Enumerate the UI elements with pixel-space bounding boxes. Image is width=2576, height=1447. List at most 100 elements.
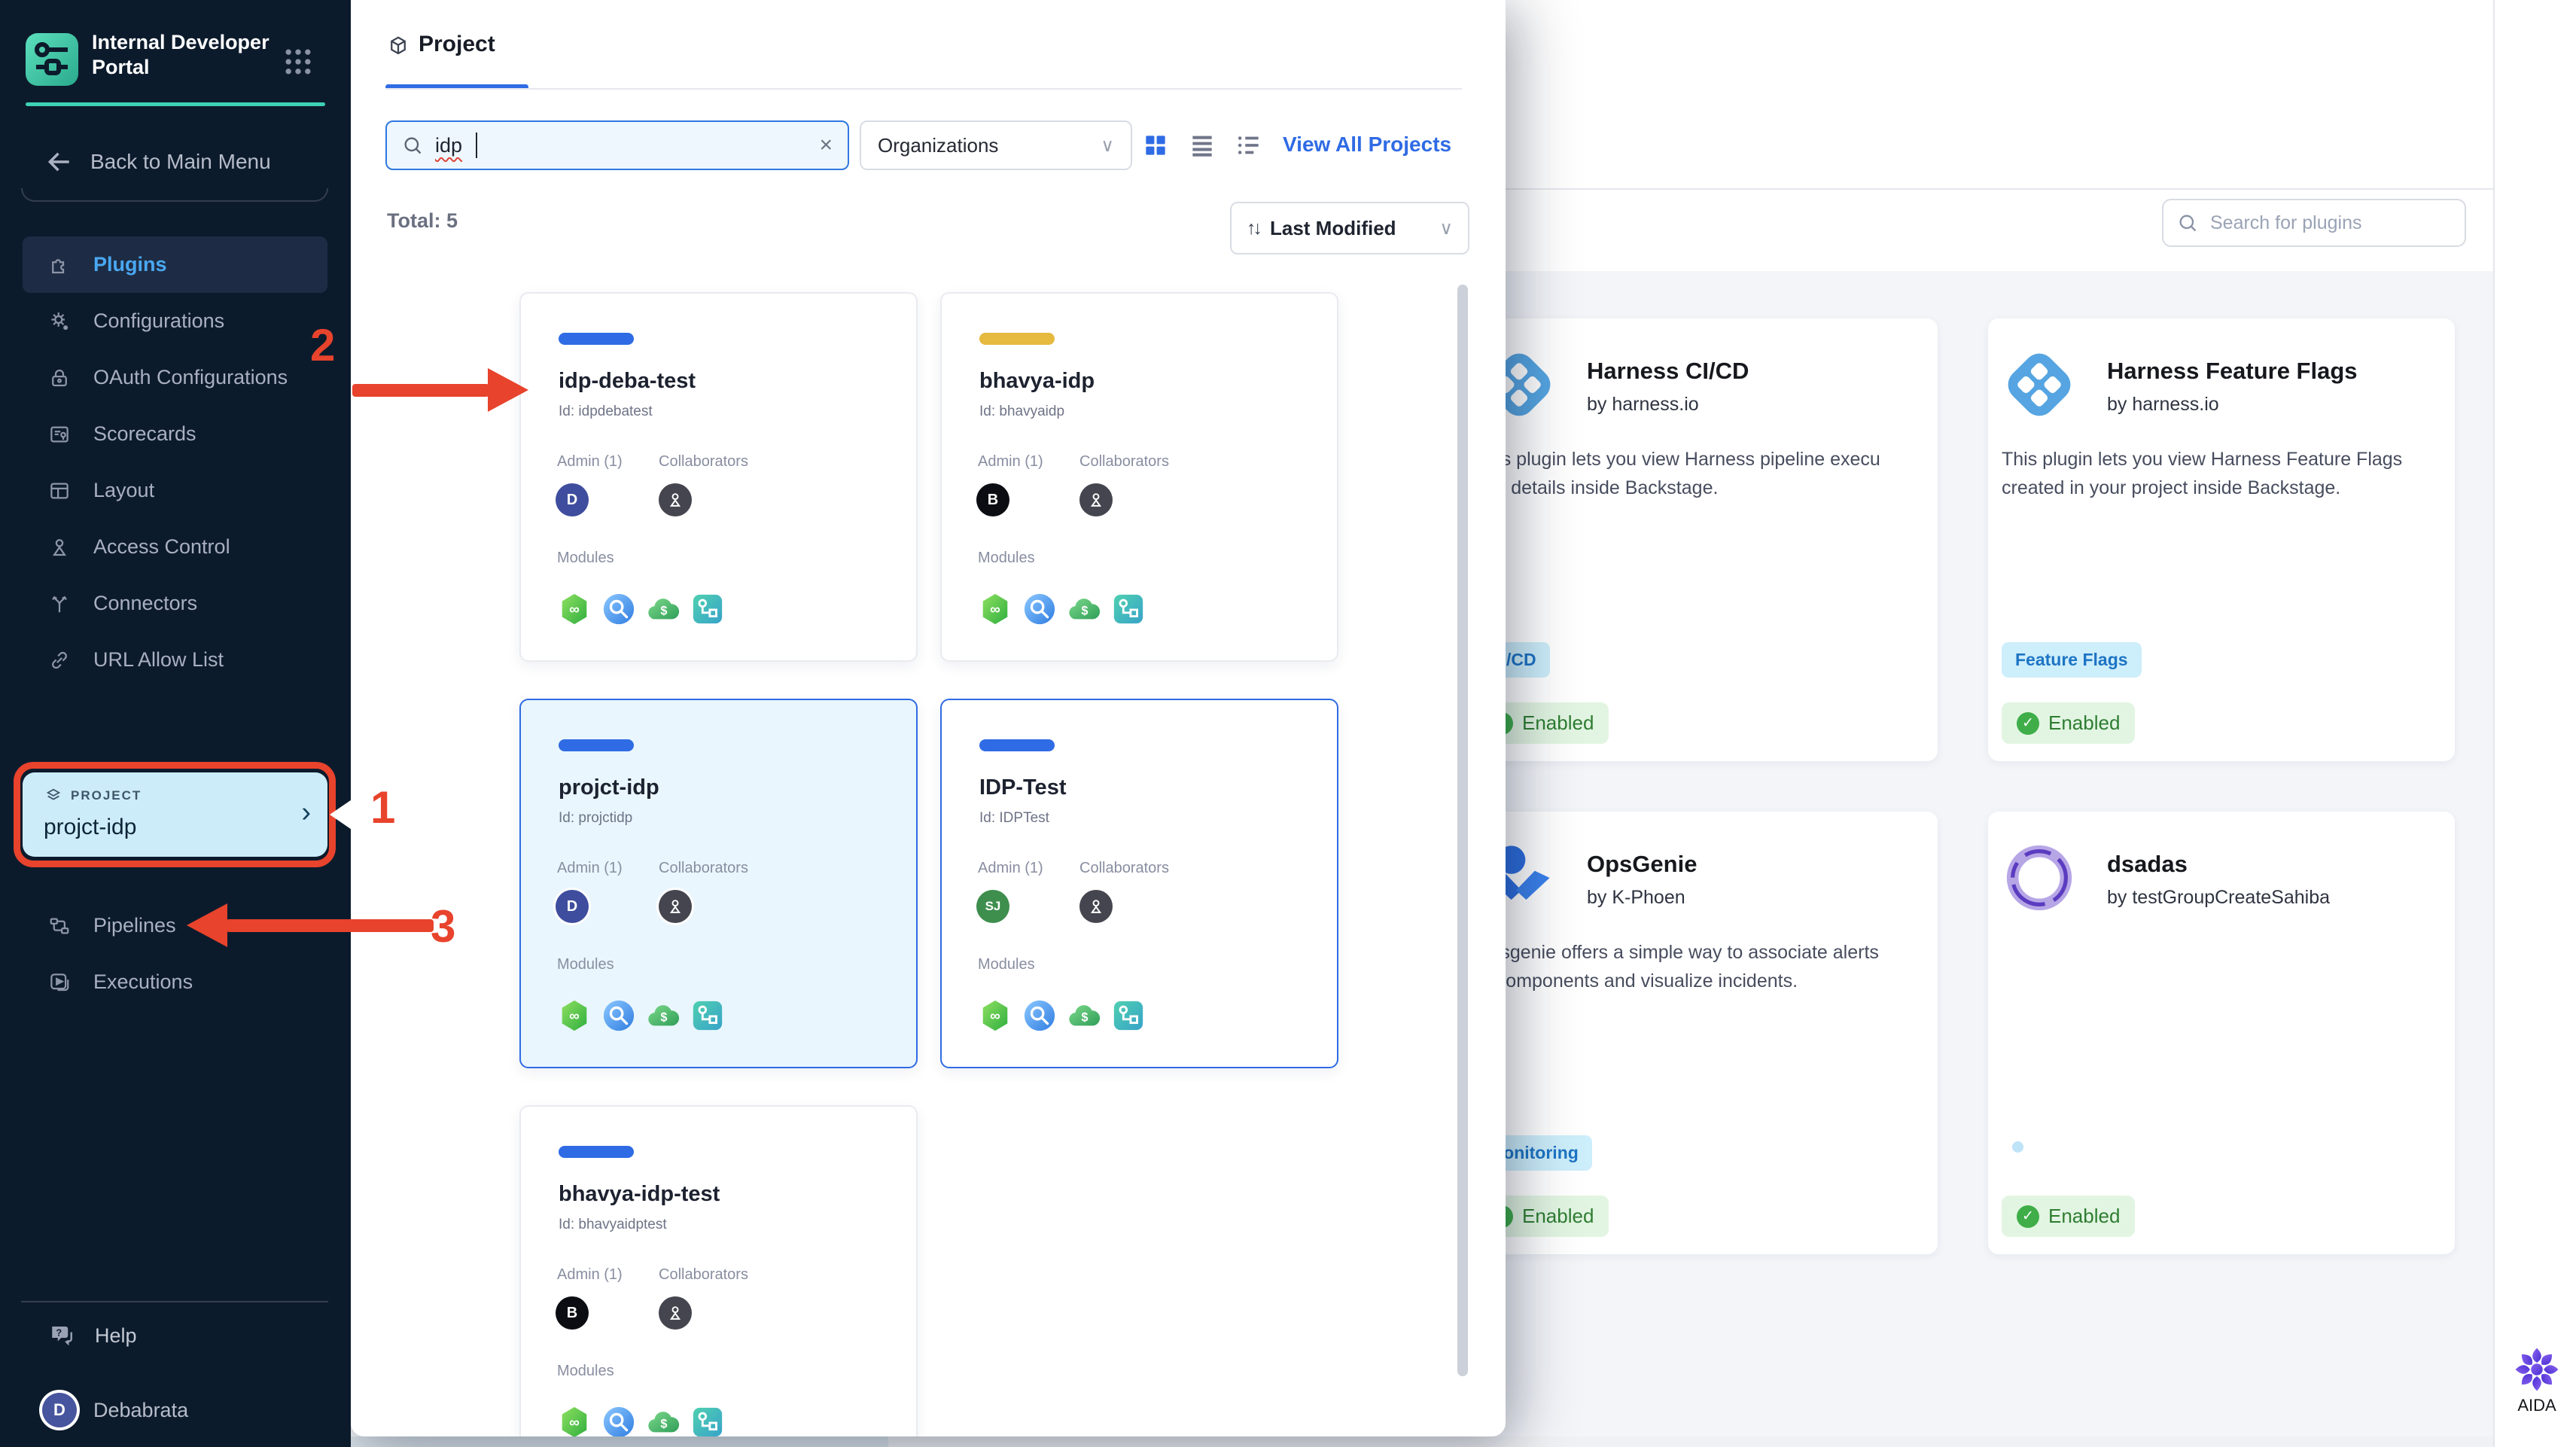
plugin-description: Opsgenie offers a simple way to associat… xyxy=(1475,942,1879,992)
sort-dropdown[interactable]: ↑↓ Last Modified ∨ xyxy=(1230,202,1469,254)
modules-label: Modules xyxy=(557,1363,614,1379)
svg-text:$: $ xyxy=(1081,605,1088,618)
layout-icon xyxy=(50,483,69,498)
project-selector-panel: Project idp × Organizations ∨ View All P… xyxy=(351,0,1506,1436)
project-name: projct-idp xyxy=(559,775,659,800)
card-color-pill xyxy=(979,739,1055,751)
collaborators-label: Collaborators xyxy=(659,860,748,876)
app-logo-icon xyxy=(26,33,78,86)
collaborator-avatar[interactable] xyxy=(1079,890,1113,923)
collaborator-avatar[interactable] xyxy=(659,1296,692,1330)
collaborators-label: Collaborators xyxy=(659,1266,748,1283)
collaborator-avatar[interactable] xyxy=(659,890,692,923)
arrow-left-icon xyxy=(47,152,69,172)
sidebar-item-layout[interactable]: Layout xyxy=(23,462,327,519)
collaborators-label: Collaborators xyxy=(1079,860,1169,876)
module-ccm-icon: $ xyxy=(648,1005,680,1026)
admin-label: Admin (1) xyxy=(557,860,623,876)
svg-text:∞: ∞ xyxy=(990,1009,1000,1025)
module-ccm-icon: $ xyxy=(648,599,680,620)
lock-icon xyxy=(52,369,67,386)
annotation-number-2: 2 xyxy=(310,320,336,370)
module-ci-icon: ∞ xyxy=(562,1406,587,1436)
sidebar-item-url-allow-list[interactable]: URL Allow List xyxy=(23,632,327,688)
check-icon: ✓ xyxy=(2017,711,2039,735)
pipelines-icon xyxy=(50,918,69,934)
project-name: IDP-Test xyxy=(979,775,1067,800)
plugin-card-opsgenie[interactable]: OpsGenie by K-Phoen Opsgenie offers a si… xyxy=(1468,812,1938,1254)
back-to-main-menu[interactable]: Back to Main Menu xyxy=(45,148,271,176)
admin-avatar[interactable]: D xyxy=(556,890,589,923)
project-search-input[interactable]: idp xyxy=(435,134,462,157)
vertical-scrollbar-thumb[interactable] xyxy=(1457,285,1468,1376)
plugins-search-field[interactable] xyxy=(2162,199,2466,247)
module-idp-icon xyxy=(693,594,723,624)
grid-view-toggle[interactable] xyxy=(1141,131,1170,160)
help-button[interactable]: ? Help xyxy=(48,1322,137,1349)
project-id: Id: idpdebatest xyxy=(559,404,653,419)
sidebar-item-access-control[interactable]: Access Control xyxy=(23,519,327,575)
project-card-bhavya-idp-test[interactable]: bhavya-idp-test Id: bhavyaidptest Admin … xyxy=(519,1105,918,1436)
user-avatar[interactable]: D xyxy=(42,1393,77,1427)
person-icon xyxy=(669,900,681,913)
sidebar-item-oauth-configurations[interactable]: OAuth Configurations xyxy=(23,349,327,406)
sidebar-item-connectors[interactable]: Connectors xyxy=(23,575,327,632)
sidebar-item-executions[interactable]: Executions xyxy=(23,954,327,1010)
svg-text:∞: ∞ xyxy=(569,1009,580,1025)
clear-search-icon[interactable]: × xyxy=(819,133,833,158)
plugin-card-dsadas[interactable]: dsadas by testGroupCreateSahiba ✓ Enabled xyxy=(1988,812,2455,1254)
plugin-title: dsadas xyxy=(2107,851,2188,877)
view-all-projects-link[interactable]: View All Projects xyxy=(1283,133,1451,157)
module-icons: ∞ $ xyxy=(978,998,1146,1033)
annotation-box-1-pointer xyxy=(330,795,358,834)
svg-text:$: $ xyxy=(660,605,667,618)
sidebar-item-plugins[interactable]: Plugins xyxy=(23,236,327,293)
list-view-toggle[interactable] xyxy=(1188,131,1216,160)
sidebar-item-scorecards[interactable]: Scorecards xyxy=(23,406,327,462)
collaborators-label: Collaborators xyxy=(1079,453,1169,470)
admin-avatar[interactable]: D xyxy=(556,483,589,516)
svg-text:∞: ∞ xyxy=(569,1415,580,1431)
plugin-title: Harness Feature Flags xyxy=(2107,358,2358,384)
horizontal-scrollbar-thumb[interactable] xyxy=(351,1436,888,1447)
plugins-search-input[interactable] xyxy=(2209,211,2437,235)
module-idp-icon xyxy=(693,1407,723,1436)
collaborator-avatar[interactable] xyxy=(1079,483,1113,516)
plugin-status-badge: ✓Enabled xyxy=(2002,1196,2136,1237)
organizations-dropdown[interactable]: Organizations ∨ xyxy=(860,120,1132,170)
dsadas-logo-icon xyxy=(2006,845,2072,911)
module-ci-icon: ∞ xyxy=(982,1000,1008,1031)
admin-avatar[interactable]: SJ xyxy=(976,890,1009,923)
project-search-field[interactable]: idp × xyxy=(385,120,849,170)
plugin-card-harness-feature-flags[interactable]: Harness Feature Flags by harness.io This… xyxy=(1988,318,2455,761)
admin-avatar[interactable]: B xyxy=(976,483,1009,516)
project-card-bhavya-idp[interactable]: bhavya-idp Id: bhavyaidp Admin (1) Colla… xyxy=(940,292,1338,662)
modules-label: Modules xyxy=(978,550,1035,566)
compact-list-view-toggle[interactable] xyxy=(1235,131,1263,160)
admin-avatar[interactable]: B xyxy=(556,1296,589,1330)
module-sto-icon xyxy=(603,1406,635,1436)
module-icons: ∞ $ xyxy=(557,592,725,626)
project-card-idp-test[interactable]: IDP-Test Id: IDPTest Admin (1) Collabora… xyxy=(940,699,1338,1068)
module-ci-icon: ∞ xyxy=(982,593,1008,625)
text-caret xyxy=(476,133,478,158)
aida-label: AIDA xyxy=(2517,1396,2556,1415)
project-card-idp-deba-test[interactable]: idp-deba-test Id: idpdebatest Admin (1) … xyxy=(519,292,918,662)
card-color-pill xyxy=(559,333,634,345)
puzzle-icon xyxy=(52,258,65,273)
person-icon xyxy=(669,493,681,507)
tab-project[interactable]: Project xyxy=(419,32,495,57)
project-nav: Pipelines Executions xyxy=(23,897,327,1010)
plugin-card-harness-cicd[interactable]: Harness CI/CD by harness.io This plugin … xyxy=(1468,318,1938,761)
svg-text:∞: ∞ xyxy=(990,602,1000,618)
user-menu[interactable]: D Debabrata xyxy=(42,1393,188,1427)
project-card-projct-idp[interactable]: projct-idp Id: projctidp Admin (1) Colla… xyxy=(519,699,918,1068)
sidebar-nav: Plugins Configurations OAuth Configurati… xyxy=(23,236,327,688)
app-switcher-icon[interactable] xyxy=(282,45,315,78)
annotation-arrow-2-head xyxy=(488,368,528,412)
collaborator-avatar[interactable] xyxy=(659,483,692,516)
aida-assistant-button[interactable]: AIDA xyxy=(2508,1346,2565,1415)
svg-text:$: $ xyxy=(660,1418,667,1431)
plugin-author: by harness.io xyxy=(1587,394,1699,415)
sidebar-item-configurations[interactable]: Configurations xyxy=(23,293,327,349)
